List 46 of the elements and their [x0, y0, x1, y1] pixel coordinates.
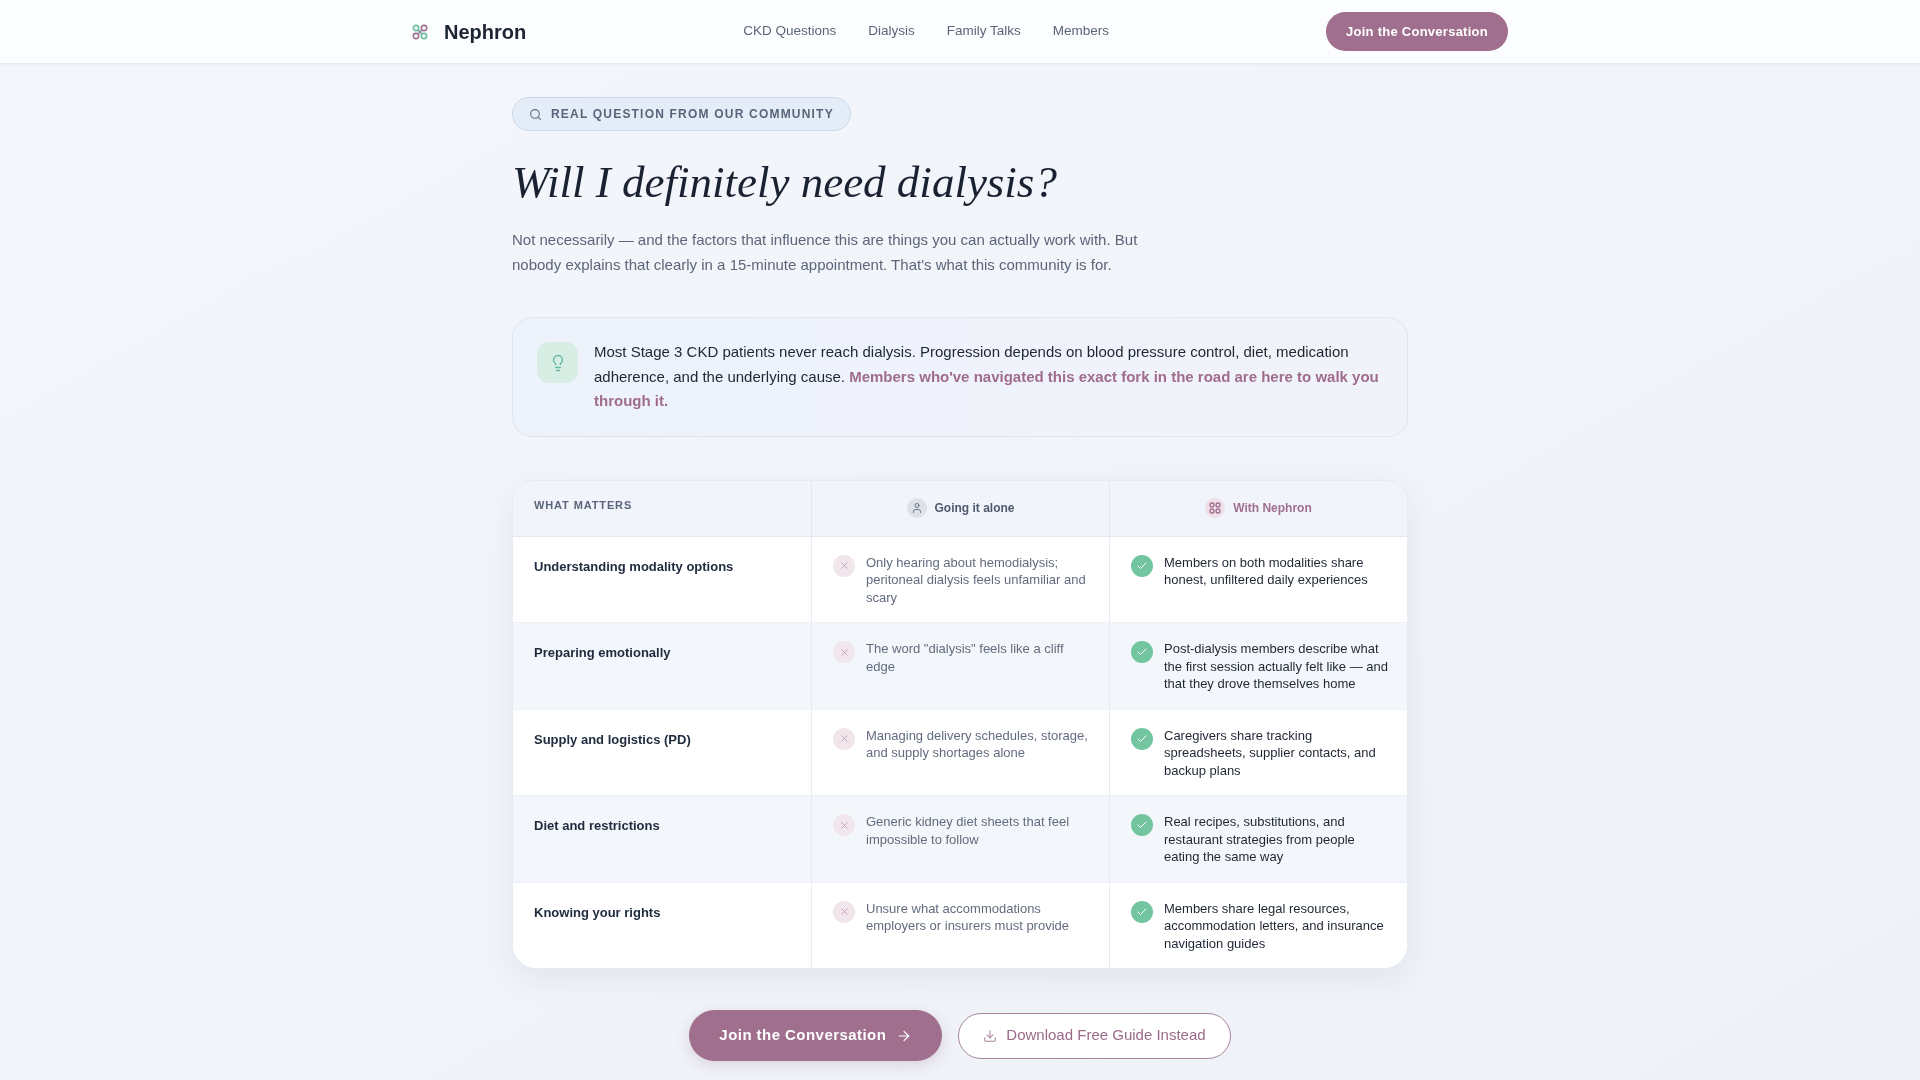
download-icon: [983, 1028, 998, 1043]
check-icon: [1131, 727, 1153, 750]
cross-icon: [833, 727, 855, 750]
page-title: Will I definitely need dialysis?: [512, 156, 1058, 209]
cell-text: Post-dialysis members describe what the first session actually felt like — and that they drove themselves home: [1164, 640, 1389, 693]
download-guide-button[interactable]: Download Free Guide Instead: [958, 1012, 1231, 1059]
check-icon: [1131, 554, 1153, 577]
lightbulb-icon: [537, 342, 578, 383]
row-label: Understanding modality options: [534, 558, 734, 574]
column-heading: Going it alone: [934, 500, 1015, 517]
search-icon: [529, 107, 542, 121]
row-label: Preparing emotionally: [534, 645, 671, 660]
cell-text: Real recipes, substitutions, and restaurant strategies from people eating the same way: [1164, 813, 1356, 866]
join-button[interactable]: Join the Conversation: [689, 1010, 943, 1061]
column-heading: With Nephron: [1233, 500, 1312, 517]
nav-link[interactable]: Family Talks: [946, 21, 1021, 42]
intro-text: Not necessarily — and the factors that influence this are things you can actually work with. But nobody explains that clearly in a 15-minute appointment. That's what this community is for.: [512, 230, 1139, 275]
check-icon: [1131, 814, 1153, 836]
molecule-icon: [412, 23, 428, 40]
callout-text: Most Stage 3 CKD patients never reach dialysis. Progression depends on blood pressure control, diet, medication adherence, and the underlying cause. Members who've navigated this exact fork in the road are here to walk you through it.: [594, 342, 1380, 411]
nav-link[interactable]: Members: [1052, 21, 1110, 42]
cell-text: Caregivers share tracking spreadsheets, supplier contacts, and backup plans: [1164, 726, 1377, 779]
cross-icon: [833, 641, 855, 663]
join-button[interactable]: Join the Conversation: [1326, 12, 1508, 51]
check-icon: [1131, 900, 1153, 923]
cell-text: Unsure what accommodations employers or insurers must provide: [866, 899, 1071, 935]
badge-label: REAL QUESTION FROM OUR COMMUNITY: [551, 106, 834, 123]
cell-text: Generic kidney diet sheets that feel impossible to follow: [866, 813, 1071, 848]
cell-text: The word "dialysis" feels like a cliff edge: [866, 640, 1065, 675]
cell-text: Members on both modalities share honest, unfiltered daily experiences: [1164, 553, 1369, 589]
row-label: Diet and restrictions: [534, 818, 660, 833]
cell-text: Only hearing about hemodialysis; peritoneal dialysis feels unfamiliar and scary: [866, 553, 1087, 606]
brand-name[interactable]: Nephron: [444, 16, 527, 47]
row-label: Knowing your rights: [534, 904, 661, 920]
molecule-icon: [1205, 498, 1226, 518]
cross-icon: [833, 814, 855, 836]
cross-icon: [833, 554, 855, 577]
person-icon: [906, 498, 927, 518]
check-icon: [1131, 641, 1153, 663]
row-label: Supply and logistics (PD): [534, 731, 691, 747]
cell-text: Managing delivery schedules, storage, and supply shortages alone: [866, 726, 1089, 762]
nav-link[interactable]: Dialysis: [868, 21, 915, 42]
nav-link[interactable]: CKD Questions: [743, 21, 837, 42]
cross-icon: [833, 900, 855, 923]
cell-text: Members share legal resources, accommodation letters, and insurance navigation guides: [1164, 899, 1385, 952]
column-heading: WHAT MATTERS: [534, 498, 634, 512]
